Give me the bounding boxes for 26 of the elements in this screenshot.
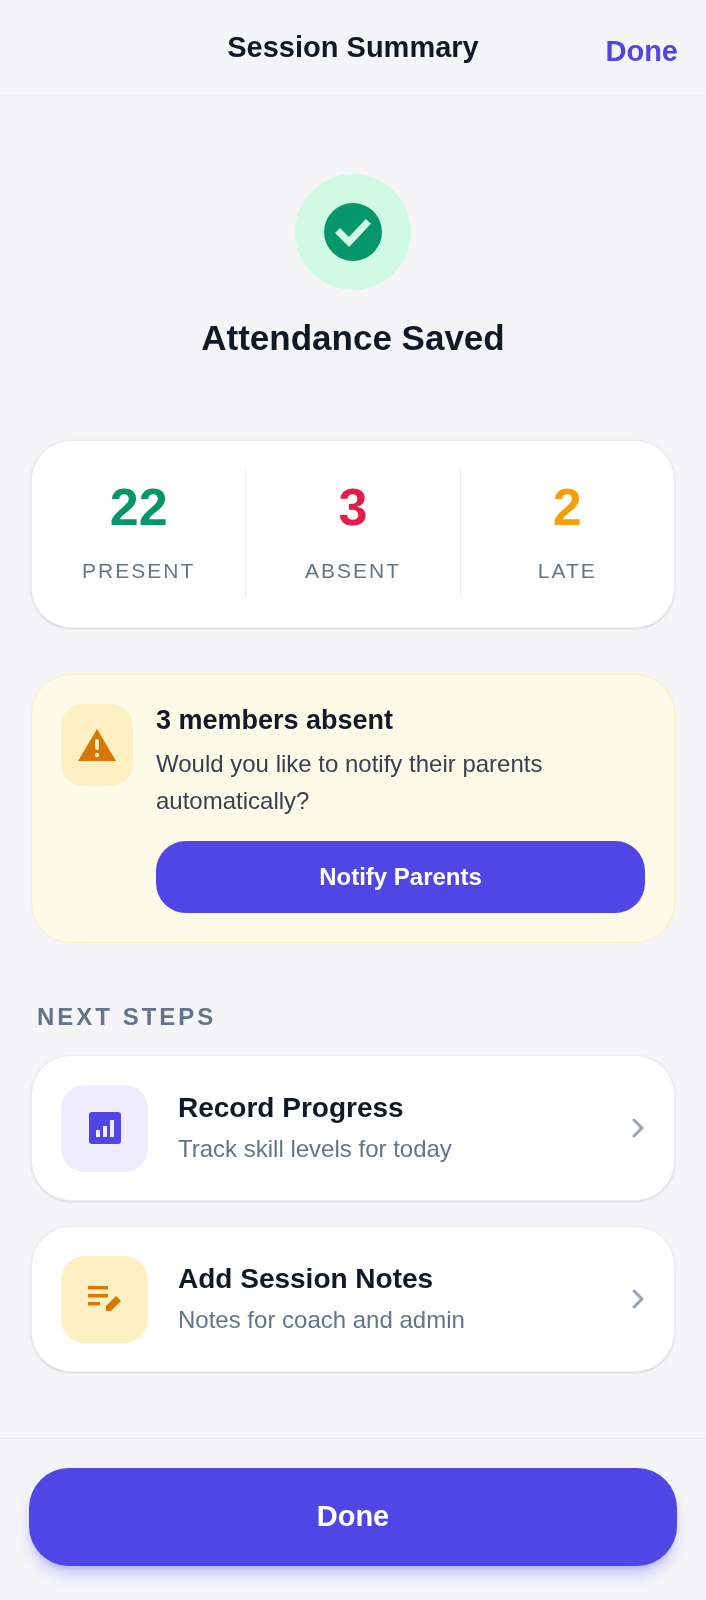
warning-icon [61,703,133,786]
step-subtitle: Track skill levels for today [178,1133,453,1164]
bar-chart-icon [61,1084,148,1172]
step-title: Record Progress [178,1090,405,1125]
success-check-icon [295,174,411,290]
status-title: Attendance Saved [201,317,505,359]
next-step-card[interactable]: Add Session Notes Notes for coach and admin [31,1226,675,1373]
stat-label: ABSENT [304,557,401,584]
chevron-right-icon [631,1288,645,1311]
stat-label: LATE [537,557,597,584]
stat-value: 3 [338,480,368,533]
step-title: Add Session Notes [178,1261,435,1296]
stat-value: 22 [109,480,168,533]
stat-value: 2 [552,480,582,533]
stat-label: PRESENT [82,557,196,584]
done-button[interactable]: Done [29,1468,677,1566]
section-heading: NEXT STEPS [37,1002,218,1033]
notify-parents-button[interactable]: Notify Parents [156,841,645,914]
alert-title: 3 members absent [156,703,395,737]
screen-title: Session Summary [227,29,479,65]
next-step-card[interactable]: Record Progress Track skill levels for today [31,1055,675,1202]
notes-pencil-icon [61,1255,148,1343]
step-subtitle: Notes for coach and admin [178,1304,466,1335]
done-link[interactable]: Done [605,30,678,74]
chevron-right-icon [631,1117,645,1140]
alert-message: Would you like to notify their parents automatically? [156,749,544,817]
